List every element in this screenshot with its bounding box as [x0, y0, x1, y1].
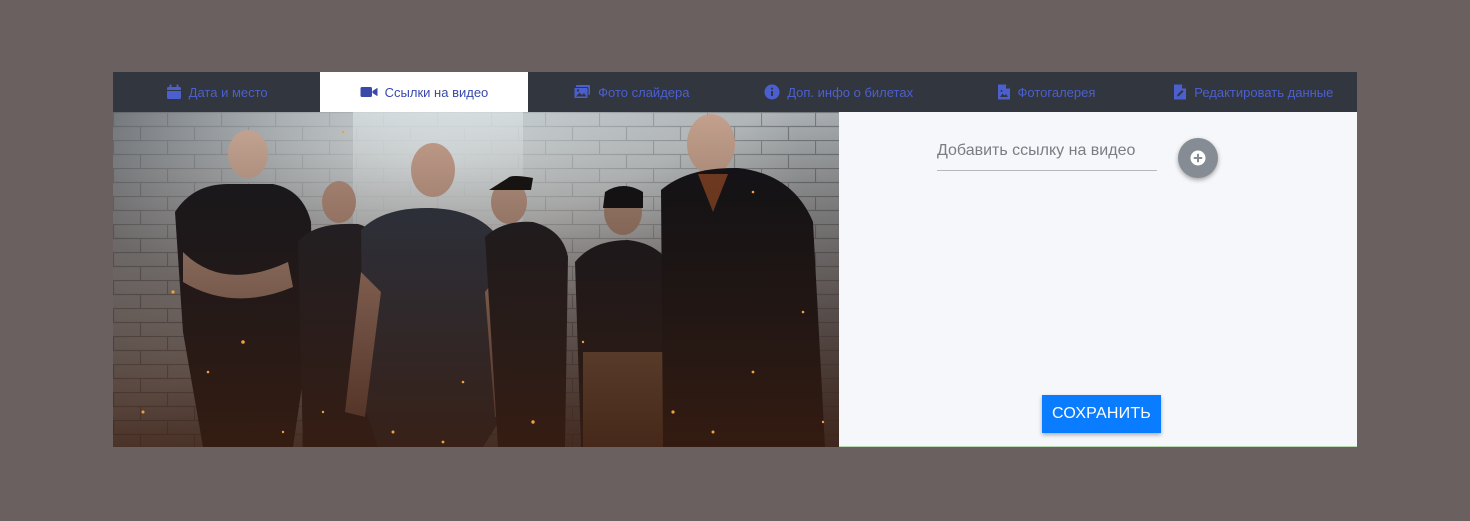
add-video-link-button[interactable] — [1178, 138, 1218, 178]
calendar-icon — [166, 84, 181, 99]
tab-label: Ссылки на видео — [384, 84, 489, 100]
tab-video-links[interactable]: Ссылки на видео — [320, 72, 528, 112]
tab-label: Редактировать данные — [1194, 84, 1334, 100]
band-photo — [113, 112, 839, 447]
tab-date-place[interactable]: Дата и место — [113, 72, 320, 112]
tab-label: Доп. инфо о билетах — [787, 84, 914, 100]
event-editor-panel: Дата и место Ссылки на видео Фото слайде… — [113, 72, 1357, 447]
video-link-input[interactable] — [937, 132, 1157, 171]
tab-slider-photos[interactable]: Фото слайдера — [528, 72, 735, 112]
edit-file-icon — [1174, 84, 1187, 100]
panel-bottom-divider — [839, 446, 1357, 447]
info-circle-icon — [764, 84, 780, 100]
video-camera-icon — [360, 87, 378, 97]
images-icon — [573, 85, 591, 99]
tab-bar: Дата и место Ссылки на видео Фото слайде… — [113, 72, 1357, 112]
tab-edit-data[interactable]: Редактировать данные — [1150, 72, 1357, 112]
tab-ticket-info[interactable]: Доп. инфо о билетах — [735, 72, 942, 112]
tab-photo-gallery[interactable]: Фотогалерея — [942, 72, 1149, 112]
tab-label: Фото слайдера — [598, 84, 690, 100]
save-button[interactable]: СОХРАНИТЬ — [1042, 395, 1161, 433]
plus-circle-icon — [1190, 150, 1206, 166]
tab-label: Дата и место — [188, 84, 268, 100]
tab-label: Фотогалерея — [1017, 84, 1096, 100]
video-links-form: СОХРАНИТЬ — [839, 112, 1357, 447]
image-file-icon — [997, 84, 1010, 100]
